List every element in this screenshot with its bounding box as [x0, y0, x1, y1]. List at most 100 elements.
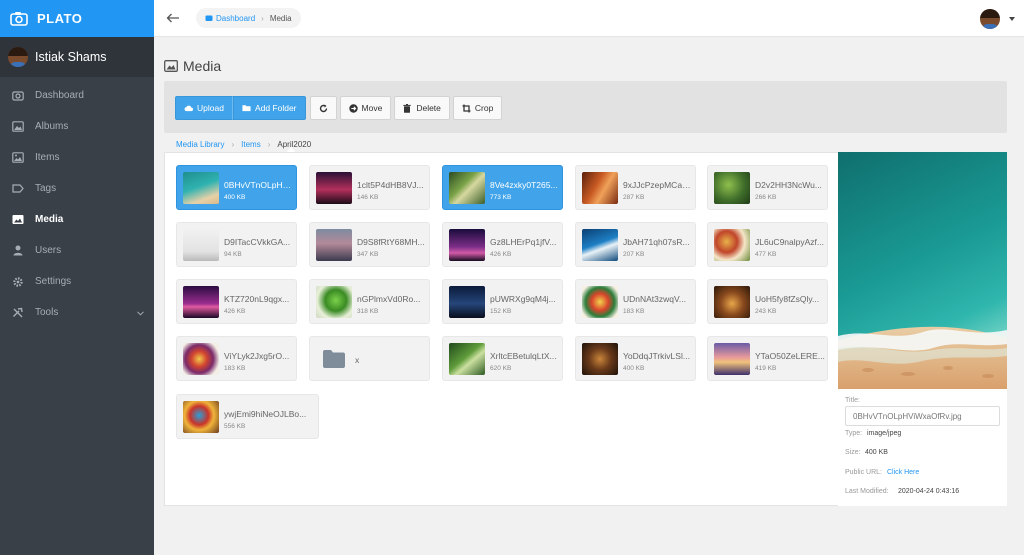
file-tile[interactable]: nGPlmxVd0Ro... 318 KB: [309, 279, 430, 324]
crop-button[interactable]: Crop: [452, 96, 503, 120]
albums-icon: [11, 121, 25, 133]
file-tile[interactable]: ywjEmi9hiNeOJLBo... 556 KB: [176, 394, 319, 439]
sidebar-item-label: Dashboard: [35, 90, 84, 101]
file-tile[interactable]: D2v2HH3NcWu... 266 KB: [707, 165, 828, 210]
user-name: Istiak Shams: [35, 50, 107, 64]
file-size: 266 KB: [755, 194, 777, 201]
title-label: Title:: [845, 397, 860, 404]
sidebar-item-users[interactable]: Users: [0, 235, 154, 266]
media-toolbar: Upload Add Folder Move Delete Crop: [164, 81, 1007, 133]
file-tile[interactable]: JL6uC9nalpyAzf... 477 KB: [707, 222, 828, 267]
thumbnail: [582, 229, 618, 261]
last-modified-label: Last Modified:: [845, 488, 889, 495]
sidebar-item-tools[interactable]: Tools: [0, 297, 154, 328]
refresh-icon: [319, 104, 328, 113]
breadcrumb-dashboard[interactable]: Dashboard: [216, 14, 255, 23]
sidebar-item-label: Media: [35, 214, 64, 225]
refresh-button[interactable]: [309, 96, 337, 120]
thumbnail: [714, 172, 750, 204]
file-tile[interactable]: XrltcEBetulqLtX... 620 KB: [442, 336, 563, 381]
file-name: pUWRXg9qM4j...: [490, 294, 556, 304]
folder-tile[interactable]: x: [309, 336, 430, 381]
crop-label: Crop: [474, 103, 494, 113]
file-tile[interactable]: YTaO50ZeLERE... 419 KB: [707, 336, 828, 381]
sidebar-item-tags[interactable]: Tags: [0, 173, 154, 204]
file-name: ViYLyk2Jxg5rO...: [224, 351, 290, 361]
media-icon: [11, 214, 25, 226]
sidebar-item-media[interactable]: Media: [0, 204, 154, 235]
brand[interactable]: PLATO: [0, 0, 154, 37]
type-value: image/jpeg: [867, 430, 902, 437]
app-name: PLATO: [37, 11, 83, 26]
upload-button[interactable]: Upload: [175, 96, 233, 120]
sidebar-item-items[interactable]: Items: [0, 142, 154, 173]
thumbnail: [714, 229, 750, 261]
file-tile[interactable]: pUWRXg9qM4j... 152 KB: [442, 279, 563, 324]
file-tile[interactable]: D9S8fRtY68MH... 347 KB: [309, 222, 430, 267]
sidebar-item-albums[interactable]: Albums: [0, 111, 154, 142]
topbar: Dashboard › Media: [154, 0, 1024, 37]
file-name: JL6uC9nalpyAzf...: [755, 237, 824, 247]
sidebar-item-dashboard[interactable]: Dashboard: [0, 80, 154, 111]
thumbnail: [582, 286, 618, 318]
last-modified-value: 2020-04-24 0:43:16: [898, 488, 960, 495]
sidebar-item-label: Tools: [35, 307, 59, 318]
file-tile[interactable]: JbAH71qh07sR... 207 KB: [575, 222, 696, 267]
sidebar-item-label: Albums: [35, 121, 69, 132]
file-tile[interactable]: YoDdqJTrkivLSl... 400 KB: [575, 336, 696, 381]
user-profile[interactable]: Istiak Shams: [0, 37, 154, 77]
move-arrow-icon: [348, 103, 358, 113]
move-button[interactable]: Move: [339, 96, 392, 120]
file-size: 243 KB: [755, 308, 777, 315]
file-tile[interactable]: Gz8LHErPq1jfV... 426 KB: [442, 222, 563, 267]
thumbnail: [714, 286, 750, 318]
library-crumb-items[interactable]: Items: [241, 140, 261, 149]
file-tile[interactable]: ViYLyk2Jxg5rO... 183 KB: [176, 336, 297, 381]
add-folder-button[interactable]: Add Folder: [232, 96, 306, 120]
thumbnail: [714, 343, 750, 375]
thumbnail: [183, 172, 219, 204]
title-field[interactable]: 0BHvVTnOLpHViWxaOfRv.jpg: [845, 406, 1000, 426]
file-tile[interactable]: UDnNAt3zwqV... 183 KB: [575, 279, 696, 324]
library-crumb-root[interactable]: Media Library: [176, 140, 224, 149]
file-name: UDnNAt3zwqV...: [623, 294, 686, 304]
delete-button[interactable]: Delete: [394, 96, 450, 120]
sidebar-item-settings[interactable]: Settings: [0, 266, 154, 297]
file-size: 287 KB: [623, 194, 645, 201]
file-tile[interactable]: UoH5fy8fZsQly... 243 KB: [707, 279, 828, 324]
file-tile[interactable]: 1clt5P4dHB8VJ... 146 KB: [309, 165, 430, 210]
folder-icon: [242, 104, 251, 113]
trash-icon: [403, 103, 412, 113]
file-tile[interactable]: D9ITacCVkkGA... 94 KB: [176, 222, 297, 267]
thumbnail: [183, 229, 219, 261]
file-name: 1clt5P4dHB8VJ...: [357, 180, 424, 190]
sidebar: PLATO Istiak Shams Dashboard Albums Item…: [0, 0, 154, 555]
file-tile[interactable]: 9xJJcPzepMCaH... 287 KB: [575, 165, 696, 210]
file-size: 400 KB: [224, 194, 246, 201]
size-label: Size:: [845, 449, 861, 456]
gear-icon: [11, 276, 25, 288]
caret-down-icon[interactable]: [1009, 17, 1015, 21]
type-label: Type:: [845, 430, 863, 437]
page-title: Media: [164, 58, 221, 74]
file-size: 152 KB: [490, 308, 512, 315]
items-icon: [11, 152, 25, 164]
file-tile[interactable]: KTZ720nL9qgx... 426 KB: [176, 279, 297, 324]
file-tile[interactable]: 0BHvVTnOLpHViWxaOfRv.jpg 400 KB: [176, 165, 297, 210]
sidebar-item-label: Users: [35, 245, 62, 256]
file-size: 183 KB: [224, 365, 246, 372]
public-url-link[interactable]: Click Here: [887, 469, 919, 476]
file-name: JbAH71qh07sR...: [623, 237, 690, 247]
thumbnail: [316, 172, 352, 204]
file-size: 146 KB: [357, 194, 379, 201]
chevron-down-icon: [137, 308, 144, 319]
file-name: 0BHvVTnOLpHViWxaOfRv.jpg: [224, 180, 294, 190]
back-arrow-icon[interactable]: [166, 11, 182, 25]
breadcrumb: Dashboard › Media: [196, 8, 301, 28]
file-tile[interactable]: 8Ve4zxky0T265... 773 KB: [442, 165, 563, 210]
crop-icon: [462, 104, 471, 113]
file-size: 183 KB: [623, 308, 645, 315]
user-avatar-menu[interactable]: [980, 9, 1000, 29]
file-name: XrltcEBetulqLtX...: [490, 351, 557, 361]
file-name: D9S8fRtY68MH...: [357, 237, 425, 247]
